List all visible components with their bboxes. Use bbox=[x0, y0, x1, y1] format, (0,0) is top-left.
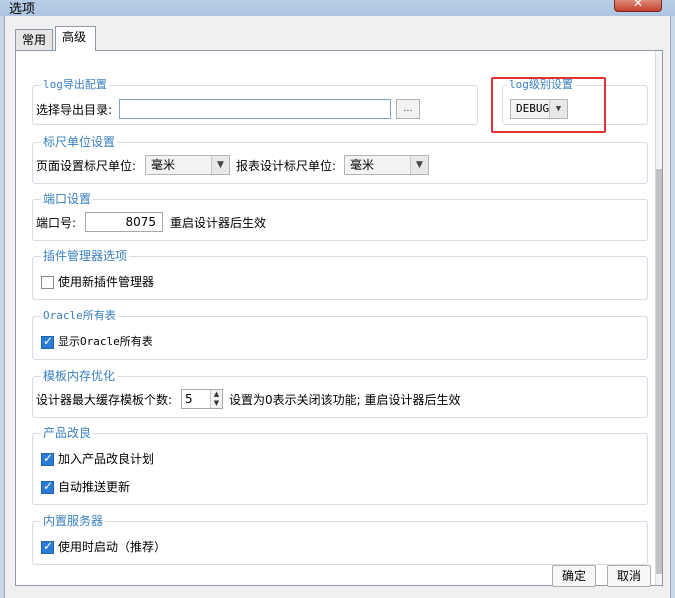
title-bar: 选项 ✕ bbox=[0, 0, 675, 17]
port-input[interactable]: 8075 bbox=[85, 212, 163, 232]
scrollbar-thumb[interactable] bbox=[656, 169, 662, 574]
spin-arrows-icon[interactable]: ▲ ▼ bbox=[210, 390, 222, 408]
export-dir-input[interactable] bbox=[119, 99, 391, 119]
page-ruler-select[interactable]: 毫米 ▼ bbox=[145, 155, 230, 175]
report-ruler-value: 毫米 bbox=[350, 158, 375, 172]
page-ruler-value: 毫米 bbox=[151, 158, 176, 172]
ruler-title: 标尺单位设置 bbox=[41, 135, 118, 149]
port-title: 端口设置 bbox=[41, 192, 94, 206]
oracle-label: 显示Oracle所有表 bbox=[58, 335, 153, 348]
page-ruler-label: 页面设置标尺单位: bbox=[36, 159, 137, 173]
plugin-title: 插件管理器选项 bbox=[41, 249, 130, 263]
panel-scroll-area: log导出配置 选择导出目录: ... log级别设置 DEBUG ▼ 标尺单位… bbox=[16, 51, 656, 585]
join-plan-checkbox[interactable] bbox=[41, 451, 54, 466]
export-dir-label: 选择导出目录: bbox=[36, 103, 113, 117]
builtin-server-label: 使用时启动（推荐） bbox=[58, 540, 167, 554]
port-hint: 重启设计器后生效 bbox=[170, 216, 267, 230]
product-improve-group: 产品改良 bbox=[32, 426, 648, 505]
auto-push-checkbox[interactable] bbox=[41, 479, 54, 494]
window-title: 选项 bbox=[9, 2, 36, 17]
ok-button[interactable]: 确定 bbox=[552, 565, 596, 587]
log-export-title: log导出配置 bbox=[41, 78, 109, 92]
close-icon: ✕ bbox=[633, 0, 644, 10]
template-cache-value: 5 bbox=[185, 392, 193, 406]
browse-button[interactable]: ... bbox=[396, 99, 420, 119]
auto-push-label: 自动推送更新 bbox=[58, 480, 131, 494]
report-ruler-label: 报表设计标尺单位: bbox=[236, 159, 337, 173]
chevron-down-icon: ▼ bbox=[211, 156, 229, 174]
plugin-manager-checkbox[interactable] bbox=[41, 276, 54, 289]
options-dialog: 常用 高级 log导出配置 选择导出目录: ... log级别设置 DEBUG … bbox=[4, 16, 671, 598]
tab-advanced[interactable]: 高级 bbox=[55, 26, 96, 51]
plugin-manager-label: 使用新插件管理器 bbox=[58, 275, 155, 289]
port-label: 端口号: bbox=[36, 216, 77, 230]
tab-common[interactable]: 常用 bbox=[15, 29, 53, 51]
template-cache-title: 模板内存优化 bbox=[41, 369, 118, 383]
template-cache-stepper[interactable]: 5 ▲ ▼ bbox=[181, 389, 223, 409]
highlight-annotation bbox=[491, 77, 606, 133]
report-ruler-select[interactable]: 毫米 ▼ bbox=[344, 155, 429, 175]
template-cache-hint: 设置为0表示关闭该功能; 重启设计器后生效 bbox=[229, 393, 461, 407]
join-plan-label: 加入产品改良计划 bbox=[58, 452, 155, 466]
close-button[interactable]: ✕ bbox=[614, 0, 662, 12]
oracle-title: Oracle所有表 bbox=[41, 309, 118, 323]
builtin-server-title: 内置服务器 bbox=[41, 514, 106, 528]
vertical-scrollbar[interactable] bbox=[655, 51, 662, 585]
template-cache-label: 设计器最大缓存模板个数: bbox=[36, 393, 173, 407]
oracle-checkbox[interactable] bbox=[41, 334, 54, 349]
cancel-button[interactable]: 取消 bbox=[607, 565, 651, 587]
chevron-down-icon: ▼ bbox=[410, 156, 428, 174]
builtin-server-checkbox[interactable] bbox=[41, 539, 54, 554]
advanced-panel: log导出配置 选择导出目录: ... log级别设置 DEBUG ▼ 标尺单位… bbox=[15, 50, 663, 586]
product-improve-title: 产品改良 bbox=[41, 426, 94, 440]
